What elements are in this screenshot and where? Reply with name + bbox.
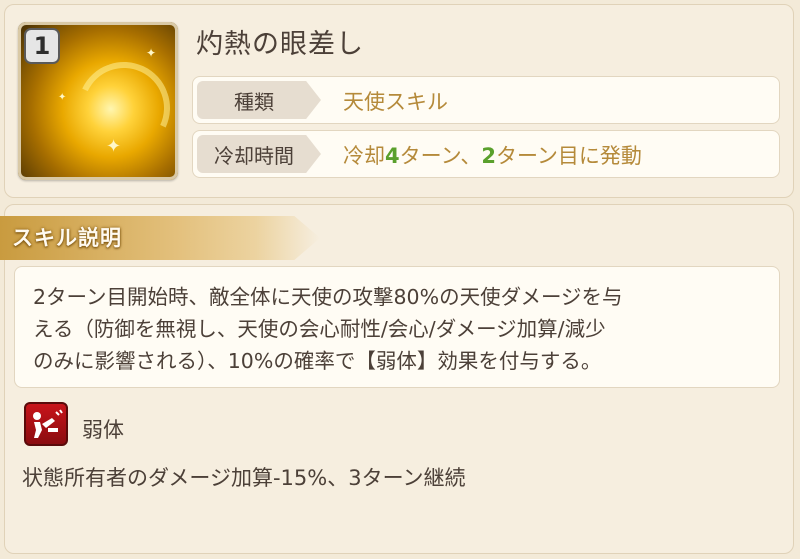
info-row-cooldown: 冷却時間 冷却4ターン、2ターン目に発動	[192, 130, 780, 178]
type-value: 天使スキル	[343, 90, 448, 114]
cooldown-turns: 4	[385, 144, 400, 168]
rank-badge: 1	[24, 28, 60, 64]
section-title: スキル説明	[12, 226, 122, 250]
type-label: 種類	[197, 81, 321, 119]
description-line: のみに影響される）、10%の確率で【弱体】効果を付与する。	[33, 349, 602, 373]
weaken-debuff-icon	[24, 402, 68, 446]
cooldown-value: 冷却4ターン、2ターン目に発動	[343, 140, 642, 170]
skill-name: 灼熱の眼差し	[196, 29, 364, 60]
weaken-figure-icon	[33, 409, 63, 438]
debuff-effect: 状態所有者のダメージ加算-15%、3ターン継続	[22, 466, 466, 490]
sparkle-icon: ✦	[146, 46, 157, 60]
cooldown-text: 冷却	[343, 144, 385, 168]
activation-turn: 2	[481, 144, 496, 168]
sparkle-icon: ✦	[106, 136, 122, 157]
description-line: える（防御を無視し、天使の会心耐性/会心/ダメージ加算/減少	[33, 317, 606, 341]
description-line: 2ターン目開始時、敵全体に天使の攻撃80%の天使ダメージを与	[33, 285, 623, 309]
cooldown-text: ターン目に発動	[495, 144, 642, 168]
swirl-effect	[65, 49, 178, 167]
info-row-type: 種類 天使スキル	[192, 76, 780, 124]
cooldown-label: 冷却時間	[197, 135, 321, 173]
cooldown-text: ターン、	[399, 144, 482, 168]
description-box: 2ターン目開始時、敵全体に天使の攻撃80%の天使ダメージを与 える（防御を無視し…	[14, 266, 780, 388]
debuff-name: 弱体	[82, 418, 124, 442]
sparkle-icon: ✦	[58, 92, 67, 103]
